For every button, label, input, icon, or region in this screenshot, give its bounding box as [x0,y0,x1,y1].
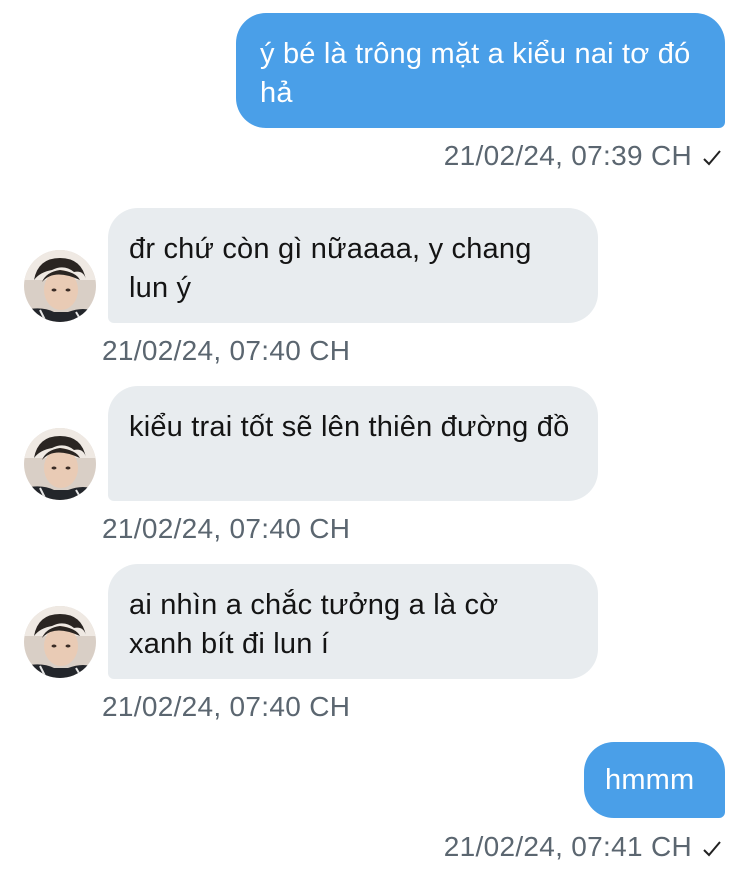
received-message-bubble[interactable]: đr chứ còn gì nữaaaa, y chang lun ý [108,208,598,323]
message-timestamp: 21/02/24, 07:39 CH [444,139,722,175]
sent-message-bubble[interactable]: hmmm [584,742,725,818]
message-text: ai nhìn a chắc tưởng a là cờ xanh bít đi… [129,589,499,660]
checkmark-icon [702,141,722,175]
message-text: ý bé là trông mặt a kiểu nai tơ đó hả [260,38,691,109]
message-timestamp: 21/02/24, 07:40 CH [102,691,351,722]
message-thread: ý bé là trông mặt a kiểu nai tơ đó hả 21… [0,0,750,870]
message-text: hmmm [605,764,695,796]
contact-avatar[interactable] [24,428,96,500]
message-timestamp: 21/02/24, 07:40 CH [102,335,351,366]
contact-avatar[interactable] [24,606,96,678]
contact-avatar[interactable] [24,250,96,322]
received-message-bubble[interactable]: kiểu trai tốt sẽ lên thiên đường đồ [108,386,598,501]
received-message-bubble[interactable]: ai nhìn a chắc tưởng a là cờ xanh bít đi… [108,564,598,679]
sent-message-bubble[interactable]: ý bé là trông mặt a kiểu nai tơ đó hả [236,13,725,128]
message-text: đr chứ còn gì nữaaaa, y chang lun ý [129,233,532,304]
message-text: kiểu trai tốt sẽ lên thiên đường đồ [129,411,570,443]
message-timestamp: 21/02/24, 07:41 CH [444,830,722,866]
checkmark-icon [702,832,722,866]
message-timestamp: 21/02/24, 07:40 CH [102,513,351,544]
